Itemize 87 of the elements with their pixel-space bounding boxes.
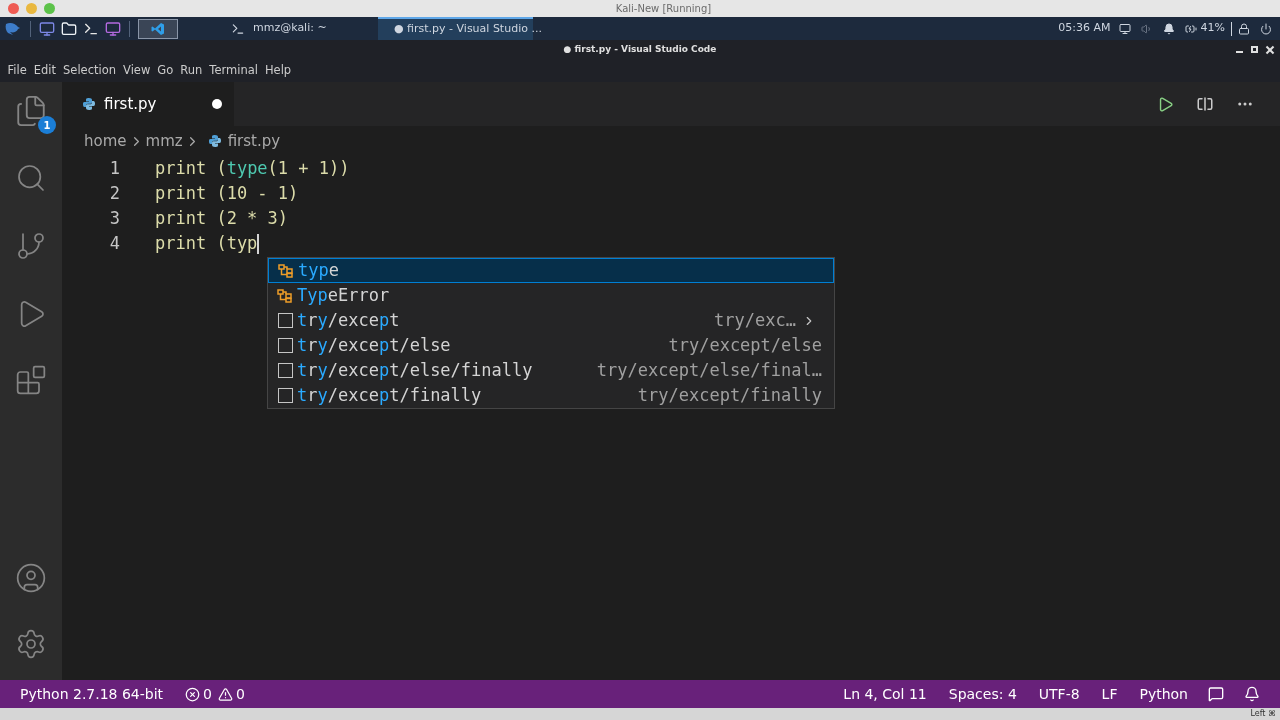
explorer-badge: 1 [38, 116, 56, 134]
suggestion-item[interactable]: type [268, 258, 834, 283]
code-line: print (typ [155, 231, 260, 256]
problems-indicator[interactable]: 0 0 [185, 683, 245, 705]
menu-item[interactable]: Terminal [205, 62, 262, 80]
task-label: mmz@kali: ~ [253, 20, 327, 37]
window-title: ● first.py - Visual Studio Code [563, 43, 717, 57]
breadcrumb-item[interactable]: home [84, 129, 127, 153]
suggestion-detail: try/except/else/final… [596, 358, 822, 382]
pinned-app-button[interactable] [138, 18, 178, 39]
code-line: print (type(1 + 1)) [155, 156, 350, 180]
menu-item[interactable]: Selection [59, 62, 120, 80]
editor-tab[interactable]: first.py [62, 82, 234, 126]
code-line: print (10 - 1) [155, 181, 299, 205]
feedback-icon[interactable] [1208, 686, 1224, 702]
line-number: 1 [108, 156, 120, 180]
run-icon[interactable] [1157, 95, 1174, 113]
snippet-icon [277, 313, 293, 328]
source-control-icon[interactable] [15, 230, 47, 262]
python-file-icon [82, 97, 96, 111]
suggestion-label: t ry/except [297, 308, 400, 332]
line-number: 2 [108, 181, 120, 205]
suggestion-item[interactable]: t ry/except try/exc… [268, 308, 834, 333]
class-icon [277, 288, 293, 303]
volume-icon[interactable] [1140, 22, 1153, 35]
account-icon[interactable] [15, 562, 47, 594]
suggestion-item[interactable]: t ry/except/else/finally try/except/else/final… [268, 358, 834, 383]
host-window-title: Kali-New [Running] [614, 2, 713, 16]
suggestion-detail: try/except/else [668, 333, 822, 357]
close-button[interactable] [8, 3, 19, 14]
desktop-icon[interactable] [39, 20, 55, 37]
close-window-button[interactable] [1266, 46, 1274, 54]
breadcrumb-item[interactable]: mmz [145, 129, 183, 153]
maximize-window-button[interactable] [1251, 46, 1258, 53]
clock: 05:36 AM [1058, 20, 1111, 37]
menu-item[interactable]: File [4, 62, 31, 80]
extensions-icon[interactable] [15, 364, 47, 396]
snippet-icon [277, 363, 293, 378]
encoding[interactable]: UTF-8 [1038, 683, 1080, 705]
code-editor-icon [151, 21, 165, 36]
notifications-icon[interactable] [1244, 686, 1260, 702]
line-number: 3 [108, 206, 120, 230]
python-file-icon [207, 134, 222, 148]
error-icon [185, 686, 201, 702]
logout-icon[interactable] [1260, 22, 1272, 35]
battery-level: 41% [1200, 20, 1225, 37]
screen-recorder-icon[interactable] [105, 20, 121, 37]
suggestion-label: type [298, 258, 339, 282]
suggestion-label: TypeError [297, 283, 390, 307]
terminal-icon [231, 21, 245, 36]
line-ending[interactable]: LF [1101, 683, 1118, 705]
search-icon[interactable] [15, 162, 47, 194]
cursor-position[interactable]: Ln 4, Col 11 [843, 683, 927, 705]
menu-item[interactable]: View [119, 62, 154, 80]
warning-icon [218, 686, 233, 702]
python-interpreter[interactable]: Python 2.7.18 64-bit [20, 683, 164, 705]
notification-icon[interactable] [1162, 22, 1175, 35]
split-editor-icon[interactable] [1196, 95, 1214, 113]
snippet-icon [277, 388, 293, 403]
menu-item[interactable]: Help [261, 62, 295, 80]
line-number: 4 [108, 231, 120, 255]
suggestion-detail: try/except/finally [637, 383, 822, 407]
suggestion-detail: try/exc… [714, 308, 796, 332]
suggestion-label: t ry/except/else [297, 333, 451, 357]
code-line: print (2 * 3) [155, 206, 289, 230]
task-label: ● first.py - Visual Studio ... [394, 21, 542, 38]
snippet-icon [277, 338, 293, 353]
suggestion-item[interactable]: t ry/except/else try/except/else [268, 333, 834, 358]
suggestion-item[interactable]: t ry/except/finally try/except/finally [268, 383, 834, 408]
class-icon [278, 263, 294, 278]
taskbar-task[interactable]: mmz@kali: ~ [223, 17, 378, 40]
explorer-icon[interactable] [14, 94, 48, 128]
menu-item[interactable]: Go [153, 62, 177, 80]
language-mode[interactable]: Python [1139, 683, 1188, 705]
menu-item[interactable]: Run [176, 62, 206, 80]
host-key: Left ⌘ [1250, 710, 1276, 718]
lock-icon[interactable] [1238, 22, 1250, 35]
suggestion-label: t ry/except/finally [297, 383, 482, 407]
tab-label: first.py [104, 93, 158, 115]
breadcrumb-item[interactable]: first.py [227, 129, 281, 153]
settings-icon[interactable] [15, 628, 47, 660]
suggestion-label: t ry/except/else/finally [297, 358, 533, 382]
indentation[interactable]: Spaces: 4 [948, 683, 1017, 705]
suggestion-item[interactable]: TypeError [268, 283, 834, 308]
menu-item[interactable]: Edit [30, 62, 60, 80]
folder-icon[interactable] [61, 20, 77, 37]
display-icon[interactable] [1118, 22, 1131, 35]
